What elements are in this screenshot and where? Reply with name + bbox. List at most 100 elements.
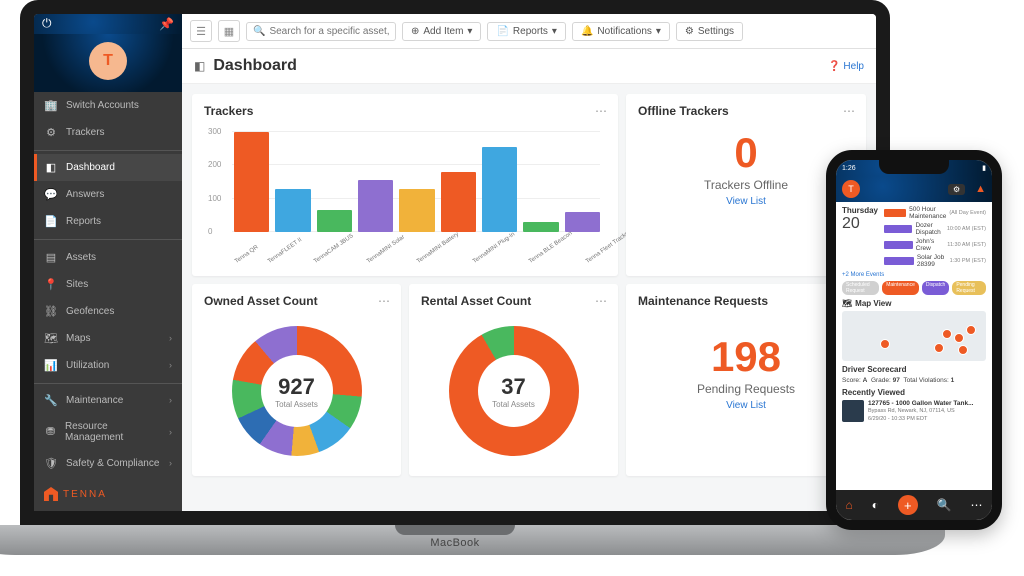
- bar[interactable]: [317, 210, 352, 232]
- power-icon[interactable]: ⏻: [42, 16, 52, 31]
- bar[interactable]: [523, 222, 558, 232]
- building-icon: 🏢: [44, 99, 58, 112]
- menu-icon[interactable]: ☰: [190, 20, 212, 42]
- avatar-wrap: T: [34, 34, 182, 92]
- sidebar-item-maps[interactable]: 🗺Maps›: [34, 325, 182, 352]
- map-icon: 🗺: [842, 299, 852, 308]
- phone-event[interactable]: 500 Hour Maintenance(All Day Event): [884, 206, 986, 220]
- chip[interactable]: Scheduled Request: [842, 281, 879, 295]
- sidebar-item-label: Geofences: [66, 306, 114, 317]
- more-icon[interactable]: ⋯: [595, 294, 608, 308]
- chevron-right-icon: ›: [169, 360, 172, 370]
- event-color-bar: [884, 241, 913, 249]
- offline-label: Trackers Offline: [638, 178, 854, 192]
- notifications-button[interactable]: 🔔Notifications▾: [572, 22, 670, 41]
- map-pin-icon[interactable]: [880, 339, 890, 349]
- reports-label: Reports: [513, 26, 548, 37]
- map-pin-icon[interactable]: [958, 345, 968, 355]
- phone-event[interactable]: Solar Job 283991:30 PM (EST): [884, 254, 986, 268]
- recent-item-title: 127765 - 1000 Gallon Water Tank...: [868, 400, 974, 408]
- phone-recent-item[interactable]: 127765 - 1000 Gallon Water Tank... Bypas…: [842, 400, 986, 423]
- sidebar-item-sites[interactable]: 📍Sites: [34, 271, 182, 298]
- reports-button[interactable]: 📄Reports▾: [487, 22, 566, 41]
- sidebar-item-utilization[interactable]: 📊Utilization›: [34, 352, 182, 379]
- main: ☰ ▦ 🔍 ⊕Add Item▾ 📄Reports▾ 🔔Notification…: [182, 14, 876, 511]
- sidebar-item-geofences[interactable]: ⛓ Geofences: [34, 298, 182, 325]
- sidebar-item-safety-compliance[interactable]: 🛡Safety & Compliance›: [34, 450, 182, 477]
- event-name: Dozer Dispatch: [915, 222, 943, 236]
- sidebar-item-trackers[interactable]: ⚙Trackers: [34, 119, 182, 146]
- plus-icon: ⊕: [411, 26, 419, 37]
- add-icon[interactable]: +: [898, 495, 918, 515]
- map-pin-icon[interactable]: [942, 329, 952, 339]
- more-icon[interactable]: ⋯: [378, 294, 391, 308]
- geofence-icon: ⛓: [44, 305, 58, 318]
- pin-icon[interactable]: 📌: [159, 17, 174, 31]
- chip[interactable]: Maintenance: [882, 281, 919, 295]
- chevron-right-icon: ›: [169, 427, 172, 437]
- bar[interactable]: [358, 180, 393, 232]
- phone-dow: Thursday: [842, 206, 878, 215]
- sidebar-item-maintenance[interactable]: 🔧Maintenance›: [34, 387, 182, 414]
- bar[interactable]: [399, 189, 434, 232]
- phone-filter-button[interactable]: ⚙: [948, 184, 965, 195]
- maint-label: Pending Requests: [638, 382, 854, 396]
- settings-label: Settings: [698, 26, 734, 37]
- camera-icon[interactable]: ◐: [872, 498, 879, 512]
- list-icon: ▤: [44, 251, 58, 264]
- phone-event[interactable]: John's Crew11:30 AM (EST): [884, 238, 986, 252]
- settings-button[interactable]: ⚙Settings: [676, 22, 743, 41]
- phone-more-events-link[interactable]: +2 More Events: [842, 272, 986, 278]
- rental-count: 37: [501, 374, 525, 400]
- maint-view-list-link[interactable]: View List: [726, 400, 766, 411]
- phone-battery-icon: ▮: [982, 164, 986, 172]
- phone-map[interactable]: [842, 311, 986, 361]
- phone-event[interactable]: Dozer Dispatch 10:00 AM (EST): [884, 222, 986, 236]
- map-icon: 🗺: [44, 332, 58, 345]
- bar[interactable]: [565, 212, 600, 232]
- bar[interactable]: [234, 132, 269, 232]
- x-axis-label: Tenna BLE Beacon: [528, 231, 574, 265]
- search-input-wrap[interactable]: 🔍: [246, 22, 396, 41]
- phone-avatar[interactable]: T: [842, 180, 860, 198]
- sidebar: ⏻ 📌 T 🏢Switch Accounts ⚙Trackers ◧Dashbo…: [34, 14, 182, 511]
- more-icon[interactable]: ⋯: [971, 498, 983, 512]
- sidebar-item-reports[interactable]: 📄Reports: [34, 208, 182, 235]
- notifications-label: Notifications: [597, 26, 651, 37]
- bell-icon: 🔔: [581, 26, 593, 37]
- add-item-button[interactable]: ⊕Add Item▾: [402, 22, 481, 41]
- search-icon[interactable]: 🔍: [937, 498, 952, 512]
- alert-icon[interactable]: ▲: [975, 183, 986, 195]
- phone-day-row: Thursday 20 500 Hour Maintenance(All Day…: [842, 206, 986, 270]
- owned-donut: 927 Total Assets: [232, 326, 362, 456]
- sidebar-item-assets[interactable]: ▤Assets: [34, 244, 182, 271]
- home-icon[interactable]: ⌂: [845, 498, 852, 512]
- card-title: Maintenance Requests: [638, 294, 854, 308]
- sidebar-item-answers[interactable]: 💬Answers: [34, 181, 182, 208]
- map-pin-icon[interactable]: [934, 343, 944, 353]
- sidebar-item-switch-accounts[interactable]: 🏢Switch Accounts: [34, 92, 182, 119]
- sidebar-item-resource-management[interactable]: ⛃Resource Management›: [34, 414, 182, 450]
- map-pin-icon[interactable]: [954, 333, 964, 343]
- map-pin-icon[interactable]: [966, 325, 976, 335]
- bar[interactable]: [275, 189, 310, 232]
- chip[interactable]: Dispatch: [922, 281, 949, 295]
- event-name: Solar Job 28399: [917, 254, 947, 268]
- more-icon[interactable]: ⋯: [843, 104, 856, 118]
- search-input[interactable]: [269, 26, 389, 37]
- bar[interactable]: [441, 172, 476, 232]
- sidebar-item-label: Dashboard: [66, 162, 115, 173]
- grid-icon[interactable]: ▦: [218, 20, 240, 42]
- chevron-down-icon: ▾: [552, 26, 557, 37]
- avatar[interactable]: T: [89, 42, 127, 80]
- help-link[interactable]: ❓ Help: [828, 61, 864, 72]
- more-icon[interactable]: ⋯: [595, 104, 608, 118]
- event-time: 10:00 AM (EST): [947, 226, 986, 232]
- offline-view-list-link[interactable]: View List: [726, 196, 766, 207]
- phone-recent-title: Recently Viewed: [842, 388, 986, 397]
- sidebar-item-dashboard[interactable]: ◧Dashboard: [34, 154, 182, 181]
- chip[interactable]: Pending Request: [952, 281, 986, 295]
- bar[interactable]: [482, 147, 517, 232]
- phone-scorecard-title: Driver Scorecard: [842, 365, 986, 374]
- x-axis-label: TennaMINI Battery: [416, 232, 460, 265]
